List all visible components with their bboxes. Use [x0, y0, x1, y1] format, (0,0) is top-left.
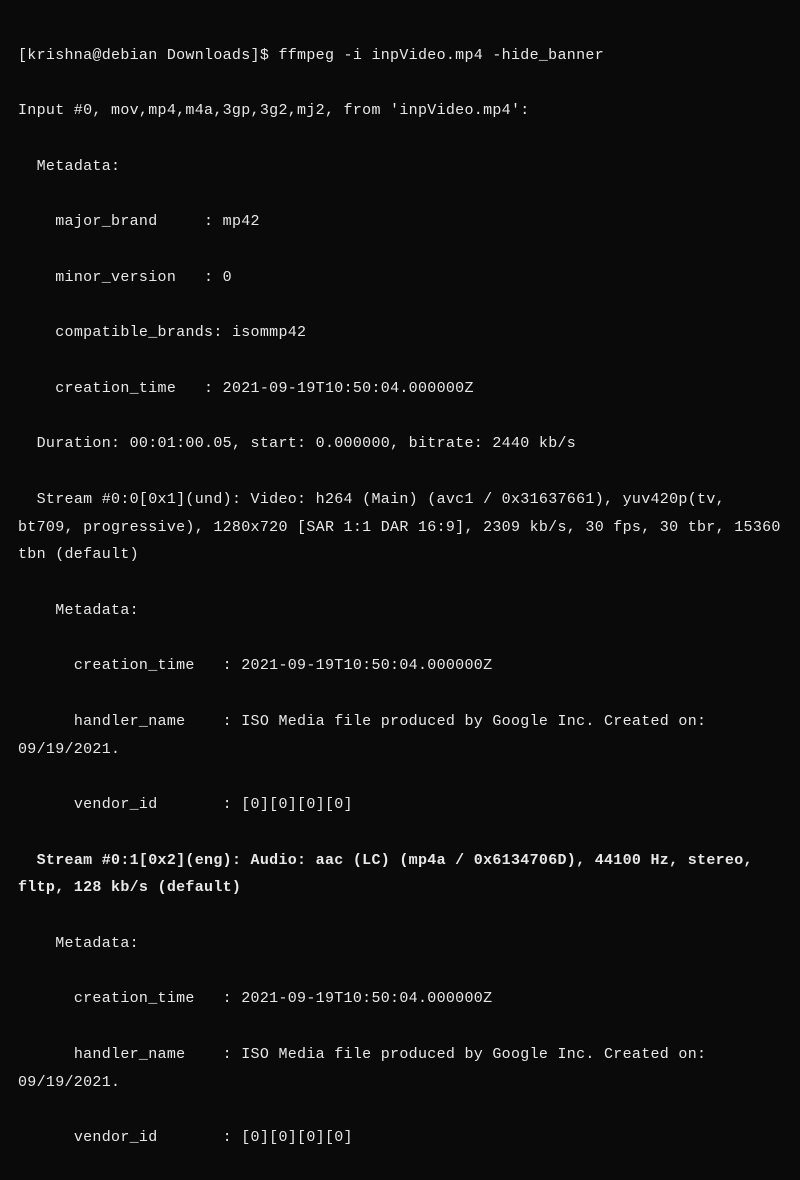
creation-time-2: creation_time : 2021-09-19T10:50:04.0000… — [18, 652, 782, 680]
creation-time-3: creation_time : 2021-09-19T10:50:04.0000… — [18, 985, 782, 1013]
vendor-id-1: vendor_id : [0][0][0][0] — [18, 791, 782, 819]
minor-version: minor_version : 0 — [18, 264, 782, 292]
video-stream: Stream #0:0[0x1](und): Video: h264 (Main… — [18, 486, 782, 569]
input-header: Input #0, mov,mp4,m4a,3gp,3g2,mj2, from … — [18, 97, 782, 125]
metadata-label-3: Metadata: — [18, 930, 782, 958]
handler-name-2: handler_name : ISO Media file produced b… — [18, 1041, 782, 1097]
metadata-label: Metadata: — [18, 153, 782, 181]
metadata-label-2: Metadata: — [18, 597, 782, 625]
handler-name-1: handler_name : ISO Media file produced b… — [18, 708, 782, 764]
creation-time: creation_time : 2021-09-19T10:50:04.0000… — [18, 375, 782, 403]
prompt-line: [krishna@debian Downloads]$ ffmpeg -i in… — [18, 42, 782, 70]
duration-line: Duration: 00:01:00.05, start: 0.000000, … — [18, 430, 782, 458]
compatible-brands: compatible_brands: isommp42 — [18, 319, 782, 347]
terminal-output: [krishna@debian Downloads]$ ffmpeg -i in… — [18, 14, 782, 1180]
major-brand: major_brand : mp42 — [18, 208, 782, 236]
vendor-id-2: vendor_id : [0][0][0][0] — [18, 1124, 782, 1152]
audio-stream: Stream #0:1[0x2](eng): Audio: aac (LC) (… — [18, 847, 782, 903]
